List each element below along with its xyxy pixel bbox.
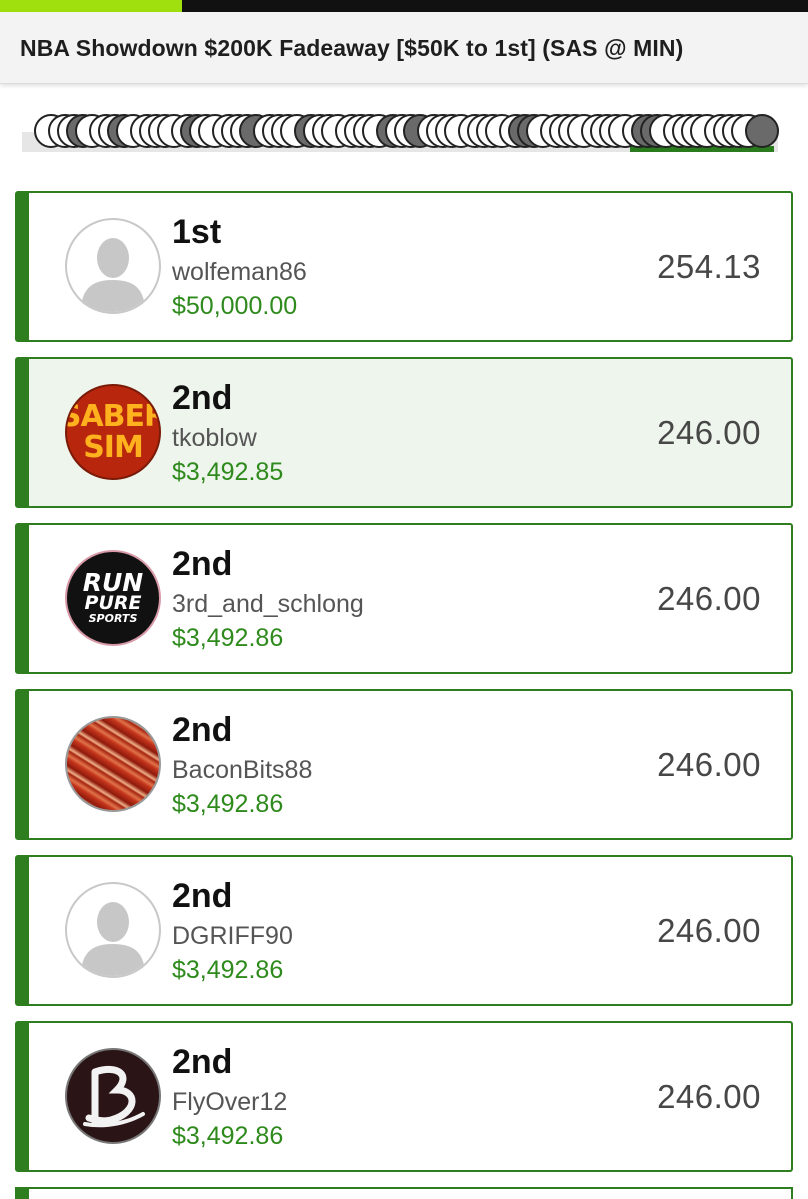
fantasy-score: 246.00 — [657, 580, 761, 617]
b-logo — [65, 1048, 161, 1144]
mini-avatar-list — [34, 114, 794, 150]
username: FlyOver12 — [172, 1088, 288, 1116]
fantasy-score: 246.00 — [657, 912, 761, 949]
leaderboard-row[interactable]: 1st wolfeman86 $50,000.00 254.13 — [15, 191, 793, 342]
sabersim-logo-line2: SIM — [83, 430, 144, 465]
mini-avatar — [745, 114, 779, 148]
runpure-logo-line3: SPORTS — [88, 612, 138, 625]
runpure-logo: RUN PURE SPORTS — [65, 550, 161, 646]
username: DGRIFF90 — [172, 922, 293, 950]
leaderboard-row-highlighted[interactable]: SABER SIM 2nd tkoblow $3,492.85 246.00 — [15, 357, 793, 508]
fantasy-score: 246.00 — [657, 1078, 761, 1115]
rank-label: 2nd — [172, 877, 233, 915]
sabersim-logo: SABER SIM — [65, 384, 161, 480]
sabersim-logo-line1: SABER — [65, 399, 161, 434]
runpure-logo-line1: RUN — [82, 568, 144, 597]
bacon-photo — [65, 716, 161, 812]
fantasy-score: 254.13 — [657, 248, 761, 285]
fantasy-score: 246.00 — [657, 746, 761, 783]
rank-label: 2nd — [172, 1043, 233, 1081]
contest-title: NBA Showdown $200K Fadeaway [$50K to 1st… — [20, 35, 684, 61]
leaderboard-row-partial[interactable] — [15, 1187, 793, 1199]
prize-amount: $3,492.85 — [172, 458, 284, 486]
username: tkoblow — [172, 424, 257, 452]
top-progress-fill — [0, 0, 182, 12]
leaderboard-row[interactable]: 2nd BaconBits88 $3,492.86 246.00 — [15, 689, 793, 840]
runpure-logo-line2: PURE — [84, 592, 142, 614]
prize-amount: $3,492.86 — [172, 624, 284, 652]
leaderboard-row[interactable]: RUN PURE SPORTS 2nd 3rd_and_schlong $3,4… — [15, 523, 793, 674]
username: BaconBits88 — [172, 756, 313, 784]
username: 3rd_and_schlong — [172, 590, 364, 618]
leaderboard-row[interactable]: 2nd DGRIFF90 $3,492.86 246.00 — [15, 855, 793, 1006]
entrant-avatar-strip[interactable] — [22, 110, 792, 154]
prize-amount: $50,000.00 — [172, 292, 298, 320]
top-progress-bar — [0, 0, 808, 12]
rank-label: 1st — [172, 213, 222, 251]
username: wolfeman86 — [172, 258, 307, 286]
contest-header: NBA Showdown $200K Fadeaway [$50K to 1st… — [0, 12, 808, 84]
default-avatar-icon — [65, 218, 161, 314]
default-avatar-icon — [65, 882, 161, 978]
prize-amount: $3,492.86 — [172, 1122, 284, 1150]
prize-amount: $3,492.86 — [172, 956, 284, 984]
fantasy-score: 246.00 — [657, 414, 761, 451]
leaderboard-row[interactable]: 2nd FlyOver12 $3,492.86 246.00 — [15, 1021, 793, 1172]
prize-amount: $3,492.86 — [172, 790, 284, 818]
rank-label: 2nd — [172, 379, 233, 417]
rank-label: 2nd — [172, 711, 233, 749]
rank-label: 2nd — [172, 545, 233, 583]
